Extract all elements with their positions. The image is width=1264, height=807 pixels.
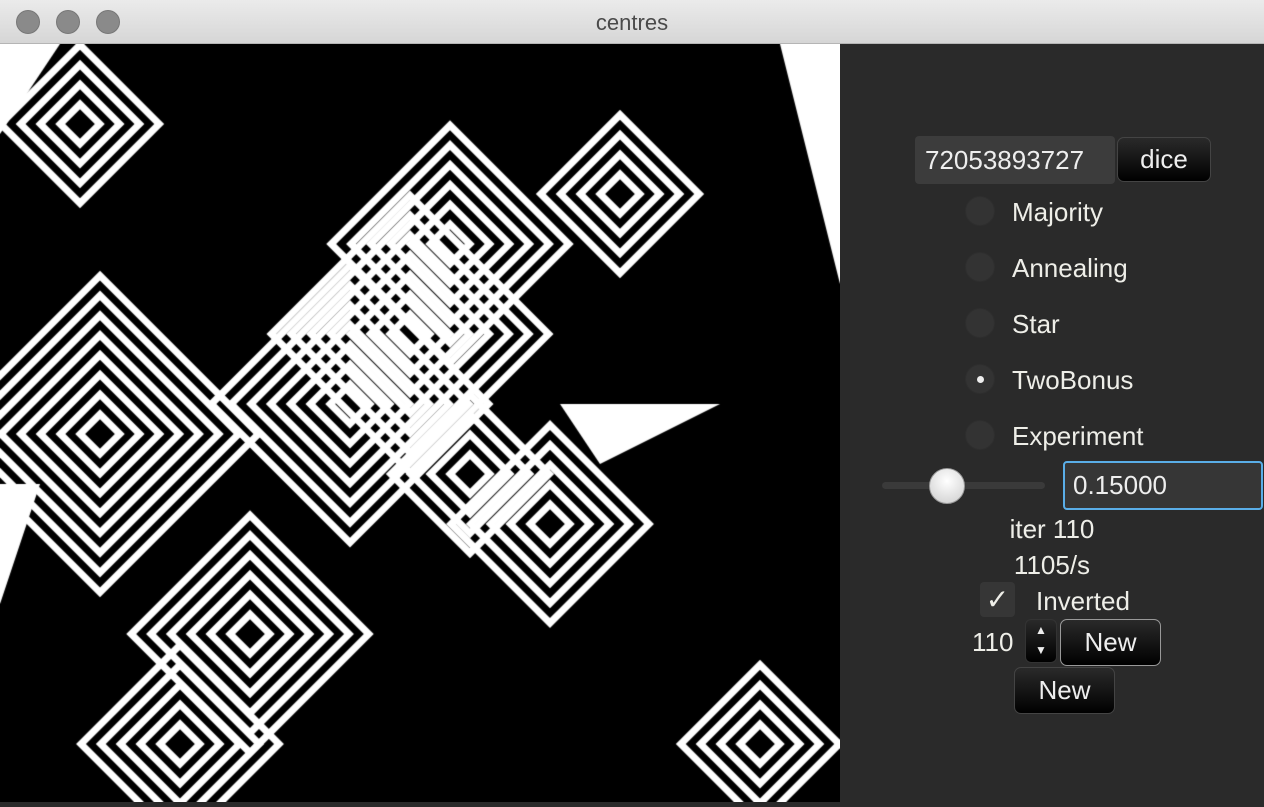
radio-annealing[interactable] <box>965 252 995 282</box>
radio-label-annealing: Annealing <box>1012 253 1128 283</box>
new-button-primary[interactable]: New <box>1060 619 1161 666</box>
new-button-secondary[interactable]: New <box>1014 667 1115 714</box>
iteration-rate: 1105/s <box>1013 550 1091 580</box>
value-input[interactable]: 0.15000 <box>1063 461 1263 510</box>
stepper[interactable]: ▲ ▼ <box>1025 619 1057 663</box>
radio-star[interactable] <box>965 308 995 338</box>
control-panel: 72053893727 dice Majority Annealing Star Tw… <box>840 44 1264 802</box>
radio-label-experiment: Experiment <box>1012 421 1144 451</box>
stepper-down-icon[interactable]: ▼ <box>1026 640 1056 660</box>
inverted-label: Inverted <box>1036 586 1130 616</box>
dice-button[interactable]: dice <box>1117 137 1211 182</box>
radio-twobonus[interactable] <box>965 364 995 394</box>
radio-label-majority: Majority <box>1012 197 1104 227</box>
seed-input[interactable]: 72053893727 <box>915 136 1115 184</box>
checkmark-icon: ✓ <box>985 584 1010 615</box>
title-bar: centres <box>0 0 1264 44</box>
simulation-canvas[interactable] <box>0 44 840 802</box>
inverted-checkbox[interactable]: ✓ <box>980 582 1015 617</box>
radio-experiment[interactable] <box>965 420 995 450</box>
iteration-count: iter 110 <box>1009 514 1095 544</box>
radio-label-twobonus: TwoBonus <box>1012 365 1134 395</box>
stepper-value: 110 <box>972 627 1014 657</box>
stepper-up-icon[interactable]: ▲ <box>1026 620 1056 640</box>
radio-majority[interactable] <box>965 196 995 226</box>
radio-label-star: Star <box>1012 309 1060 339</box>
window-title: centres <box>595 10 669 35</box>
slider-knob[interactable] <box>929 468 966 504</box>
